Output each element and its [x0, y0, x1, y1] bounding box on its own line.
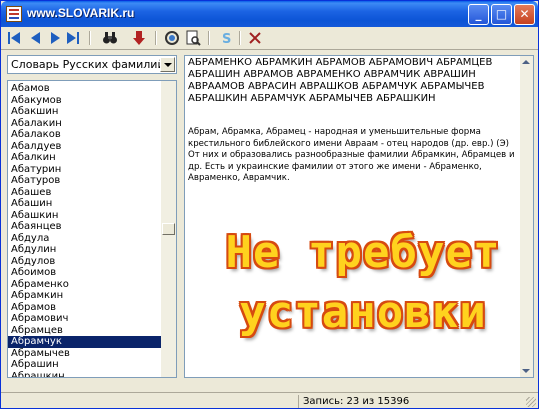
- list-item[interactable]: Абалаков: [8, 129, 162, 141]
- toolbar-separator: [239, 31, 241, 45]
- preview-icon[interactable]: [185, 30, 201, 46]
- dictionary-selected-value: Словарь Русских фамилий: [11, 58, 165, 71]
- list-item[interactable]: Абашкин: [8, 210, 162, 222]
- status-bar: Запись: 23 из 15396: [1, 392, 538, 409]
- list-item[interactable]: Абрамович: [8, 313, 162, 325]
- list-item[interactable]: Абатурин: [8, 164, 162, 176]
- list-item[interactable]: Абалакин: [8, 118, 162, 130]
- promo-line-1: Не требует: [225, 227, 501, 278]
- toolbar-separator: [89, 31, 91, 45]
- list-item[interactable]: Абраменко: [8, 279, 162, 291]
- dictionary-select[interactable]: Словарь Русских фамилий: [7, 55, 177, 74]
- toolbar-separator: [155, 31, 157, 45]
- close-window-button[interactable]: ✕: [514, 4, 535, 25]
- window-title: www.SLOVARIK.ru: [27, 6, 135, 20]
- chevron-down-icon[interactable]: [160, 57, 175, 72]
- entry-variants: АБРАМЕНКО АБРАМКИН АБРАМОВ АБРАМОВИЧ АБР…: [188, 57, 493, 104]
- surname-list-items: Абамов Абакумов Абакшин Абалакин Абалаков Аба…: [8, 83, 162, 378]
- down-arrow-icon[interactable]: [131, 30, 147, 46]
- status-record: Запись: 23 из 15396: [298, 395, 539, 408]
- list-item[interactable]: Абатуров: [8, 175, 162, 187]
- minimize-button[interactable]: _: [468, 4, 489, 25]
- binoculars-icon[interactable]: [102, 30, 118, 46]
- resize-grip-icon[interactable]: [526, 397, 536, 407]
- list-item[interactable]: Абрамкин: [8, 290, 162, 302]
- promo-line-2: установки: [239, 287, 487, 338]
- list-item[interactable]: Абдулин: [8, 244, 162, 256]
- title-bar[interactable]: www.SLOVARIK.ru _ □ ✕: [1, 1, 538, 27]
- search-icon[interactable]: [164, 30, 180, 46]
- entry-description: Абрам, Абрамка, Абрамец - народная и уме…: [188, 127, 515, 183]
- next-icon[interactable]: [47, 30, 63, 46]
- list-item[interactable]: Абрамцев: [8, 325, 162, 337]
- surname-list[interactable]: Абамов Абакумов Абакшин Абалакин Абалаков Аба…: [7, 80, 177, 378]
- list-item[interactable]: Абрамов: [8, 302, 162, 314]
- first-icon[interactable]: [7, 30, 23, 46]
- list-item[interactable]: Абрамычев: [8, 348, 162, 360]
- list-item[interactable]: Абоимов: [8, 267, 162, 279]
- list-item[interactable]: Абакумов: [8, 95, 162, 107]
- app-book-icon[interactable]: [6, 6, 22, 22]
- list-item[interactable]: Абалкин: [8, 152, 162, 164]
- toolbar: S: [1, 27, 538, 50]
- list-item[interactable]: Абашин: [8, 198, 162, 210]
- toolbar-separator: [208, 31, 210, 45]
- dollar-icon[interactable]: S: [219, 30, 235, 47]
- close-icon[interactable]: [247, 30, 263, 46]
- list-item[interactable]: Абаянцев: [8, 221, 162, 233]
- list-item[interactable]: Абдула: [8, 233, 162, 245]
- list-item[interactable]: Абакшин: [8, 106, 162, 118]
- list-item[interactable]: Абдулов: [8, 256, 162, 268]
- last-icon[interactable]: [65, 30, 81, 46]
- scroll-down-icon[interactable]: [522, 369, 530, 373]
- list-item[interactable]: Абрашин: [8, 359, 162, 371]
- list-item[interactable]: Абрамчук: [8, 336, 162, 348]
- svg-text:S: S: [222, 32, 231, 46]
- prev-icon[interactable]: [28, 30, 44, 46]
- list-scrollbar-thumb[interactable]: [162, 223, 175, 235]
- maximize-button[interactable]: □: [491, 4, 512, 25]
- list-item[interactable]: Абашев: [8, 187, 162, 199]
- scroll-up-icon[interactable]: [522, 60, 530, 64]
- list-item[interactable]: Абалдуев: [8, 141, 162, 153]
- list-item[interactable]: Абрашкин: [8, 371, 162, 378]
- list-item[interactable]: Абамов: [8, 83, 162, 95]
- list-scrollbar[interactable]: [161, 81, 176, 377]
- app-window: www.SLOVARIK.ru _ □ ✕ S Словарь Русских …: [0, 0, 539, 409]
